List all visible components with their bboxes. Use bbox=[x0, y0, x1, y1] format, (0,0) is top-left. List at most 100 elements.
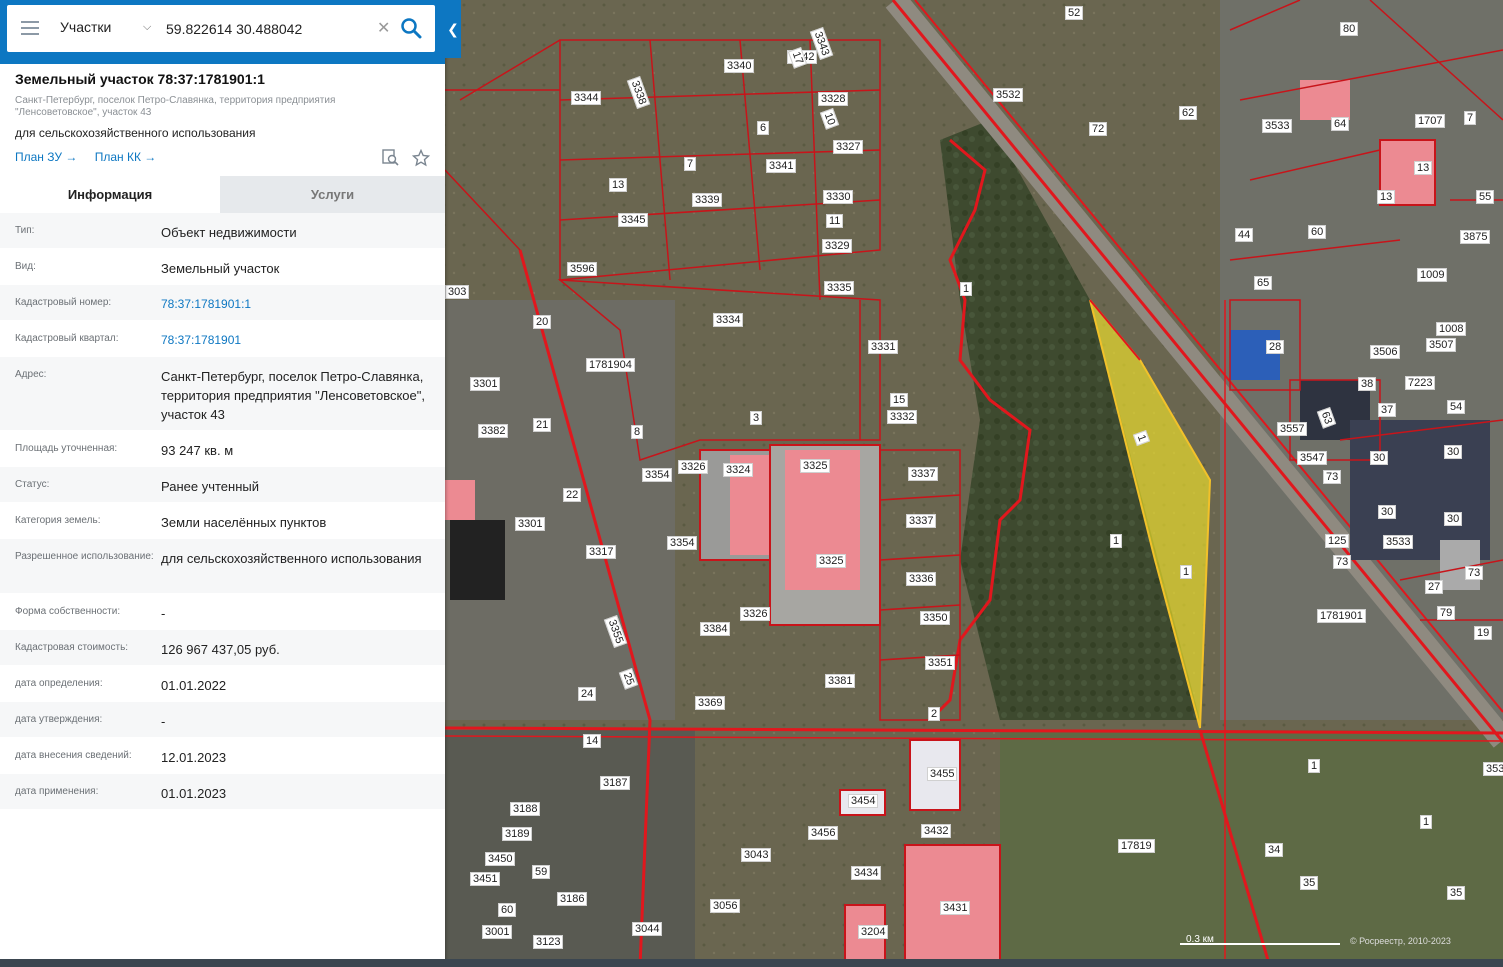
building-28 bbox=[1230, 330, 1280, 380]
tabs: Информация Услуги bbox=[0, 176, 445, 213]
parcel-label: 35 bbox=[1447, 886, 1466, 900]
menu-icon[interactable] bbox=[21, 21, 39, 35]
parcel-label: 3325 bbox=[800, 459, 831, 473]
property-value: для сельскохозяйственного использования bbox=[161, 551, 422, 566]
parcel-label: 3354 bbox=[667, 536, 698, 550]
close-icon[interactable]: ✕ bbox=[377, 18, 390, 38]
parcel-label: 3317 bbox=[586, 545, 617, 559]
parcel-label: 3532 bbox=[993, 88, 1024, 102]
layer-select[interactable]: Участки ⌵ bbox=[60, 19, 155, 39]
parcel-label: 8 bbox=[631, 425, 644, 439]
property-key: Тип: bbox=[15, 225, 35, 236]
property-row: Статус: Ранее учтенный bbox=[0, 467, 445, 503]
parcel-label: 3337 bbox=[906, 514, 937, 528]
parcel-label: 60 bbox=[498, 903, 517, 917]
parcel-label: 38 bbox=[1358, 377, 1377, 391]
parcel-label: 62 bbox=[1179, 106, 1198, 120]
building-left bbox=[445, 480, 475, 520]
building-64 bbox=[1300, 80, 1350, 120]
parcel-label: 13 bbox=[609, 178, 628, 192]
property-list: Тип: Объект недвижимости Вид: Земельный уч… bbox=[0, 213, 445, 810]
property-row: Разрешенное использование: для сельскохоз… bbox=[0, 539, 445, 594]
parcel-label: 13 bbox=[1414, 161, 1433, 175]
plan-zu-link[interactable]: План ЗУ → bbox=[15, 150, 77, 164]
parcel-label: 11 bbox=[826, 214, 844, 228]
property-value: 126 967 437,05 руб. bbox=[161, 642, 280, 657]
parcel-usage: для сельскохозяйственного использования bbox=[15, 126, 256, 140]
parcel-label: 52 bbox=[1065, 6, 1084, 20]
property-key: дата утверждения: bbox=[15, 714, 103, 725]
tab-information[interactable]: Информация bbox=[0, 176, 220, 213]
parcel-label: 3454 bbox=[848, 794, 879, 808]
property-value: - bbox=[161, 714, 166, 729]
parcel-label: 3334 bbox=[713, 313, 744, 327]
parcel-label: 30 bbox=[1370, 451, 1389, 465]
property-key: Адрес: bbox=[15, 369, 47, 380]
parcel-label: 2 bbox=[928, 707, 941, 721]
star-icon[interactable] bbox=[412, 148, 431, 167]
parcel-label: 34 bbox=[1265, 843, 1284, 857]
parcel-label: 3301 bbox=[515, 517, 546, 531]
parcel-label: 55 bbox=[1476, 190, 1495, 204]
parcel-label: 7 bbox=[684, 157, 697, 171]
parcel-label: 3330 bbox=[823, 190, 854, 204]
parcel-label: 3345 bbox=[618, 213, 649, 227]
zoom-to-object-icon[interactable] bbox=[382, 149, 400, 167]
tab-services[interactable]: Услуги bbox=[220, 176, 445, 213]
search-input[interactable] bbox=[164, 16, 378, 42]
parcel-label: 3344 bbox=[571, 91, 602, 105]
parcel-label: 3328 bbox=[818, 92, 849, 106]
parcel-label: 3455 bbox=[927, 767, 958, 781]
parcel-label: 3450 bbox=[485, 852, 516, 866]
parcel-label: 72 bbox=[1089, 122, 1108, 136]
property-row: дата утверждения: - bbox=[0, 702, 445, 738]
parcel-label: 21 bbox=[533, 418, 552, 432]
property-key: Форма собственности: bbox=[15, 606, 121, 617]
parcel-label: 1 bbox=[1420, 815, 1433, 829]
parcel-label: 3557 bbox=[1277, 422, 1308, 436]
property-value: 93 247 кв. м bbox=[161, 443, 234, 458]
property-value: Земельный участок bbox=[161, 261, 280, 276]
property-value: Ранее учтенный bbox=[161, 479, 259, 494]
parcel-label: 1009 bbox=[1417, 268, 1448, 282]
parcel-label: 73 bbox=[1333, 555, 1352, 569]
property-value: Земли населённых пунктов bbox=[161, 515, 327, 530]
parcel-label: 3331 bbox=[868, 340, 899, 354]
parcel-label: 1781901 bbox=[1317, 609, 1366, 623]
search-icon[interactable] bbox=[400, 17, 422, 39]
parcel-label: 22 bbox=[563, 488, 582, 502]
parcel-label: 19 bbox=[1474, 626, 1493, 640]
cadastral-quarter-link[interactable]: 78:37:1781901 bbox=[161, 331, 426, 350]
parcel-label: 3381 bbox=[825, 674, 856, 688]
copyright-text: © Росреестр, 2010-2023 bbox=[1350, 936, 1451, 946]
property-row: Адрес: Санкт-Петербург, поселок Петро-Сла… bbox=[0, 357, 445, 431]
cadastral-number-link[interactable]: 78:37:1781901:1 bbox=[161, 295, 426, 314]
parcel-label: 3327 bbox=[833, 140, 864, 154]
parcel-label: 3533 bbox=[1383, 535, 1414, 549]
parcel-label: 3044 bbox=[632, 922, 663, 936]
parcel-label: 79 bbox=[1437, 606, 1456, 620]
property-key: Площадь уточненная: bbox=[15, 443, 118, 454]
parcel-label: 73 bbox=[1465, 566, 1484, 580]
plan-kk-link[interactable]: План КК → bbox=[95, 150, 157, 164]
property-row: Форма собственности: - bbox=[0, 594, 445, 630]
parcel-label: 3431 bbox=[940, 901, 971, 915]
parcel-label: 3326 bbox=[740, 607, 771, 621]
property-row: Кадастровый квартал: 78:37:1781901 bbox=[0, 321, 445, 357]
parcel-label: 3326 bbox=[678, 460, 709, 474]
parcel-label: 1 bbox=[960, 282, 973, 296]
parcel-label: 3186 bbox=[557, 892, 588, 906]
property-key: Разрешенное использование: bbox=[15, 551, 154, 562]
parcel-label: 1 bbox=[1308, 759, 1321, 773]
collapse-panel-button[interactable]: ❮ bbox=[445, 0, 461, 58]
parcel-label: 3382 bbox=[478, 424, 509, 438]
parcel-label: 3533 bbox=[1262, 119, 1293, 133]
parcel-label: 37 bbox=[1378, 403, 1397, 417]
parcel-label: 73 bbox=[1323, 470, 1342, 484]
parcel-label: 80 bbox=[1340, 22, 1359, 36]
parcel-label: 3351 bbox=[925, 656, 956, 670]
parcel-label: 3188 bbox=[510, 802, 541, 816]
parcel-label: 3432 bbox=[921, 824, 952, 838]
parcel-label: 3384 bbox=[700, 622, 731, 636]
parcel-label: 3189 bbox=[502, 827, 533, 841]
